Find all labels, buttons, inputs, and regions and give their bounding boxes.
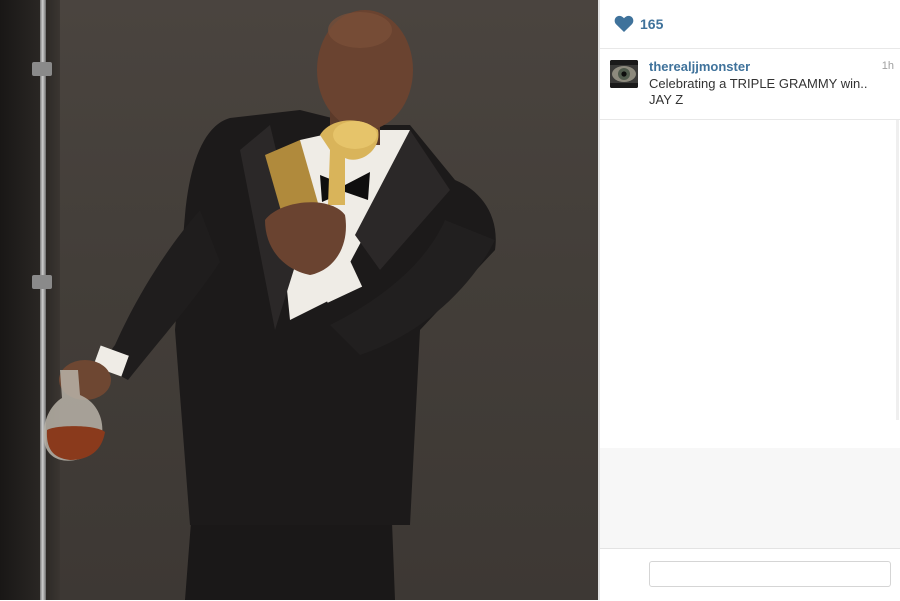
grammy-bell [333,121,377,149]
head-highlight [328,12,392,48]
caption-comment: therealjjmonster 1h Celebrating a TRIPLE… [600,49,900,120]
whiskey-liquid [46,426,105,460]
comment-timestamp: 1h [881,60,894,72]
comment-caption: Celebrating a TRIPLE GRAMMY win.. JAY Z [649,76,879,108]
comments-empty-area [600,448,900,548]
comment-username[interactable]: therealjjmonster [649,59,750,74]
caption-line: JAY Z [649,92,684,107]
comment-input[interactable] [649,561,891,587]
heart-icon[interactable] [614,15,634,33]
likes-bar: 165 [600,0,900,49]
photo-subject-illustration [43,10,496,600]
post-photo[interactable] [0,0,598,600]
post-side-panel: 165 therealjjmonster 1h Celebrating a TR… [600,0,900,601]
caption-line: Celebrating a TRIPLE GRAMMY win.. [649,76,868,91]
comments-scrollbar[interactable] [896,120,899,420]
comment-footer [600,548,900,601]
eye-avatar-icon[interactable] [610,60,638,88]
likes-count[interactable]: 165 [640,16,663,32]
